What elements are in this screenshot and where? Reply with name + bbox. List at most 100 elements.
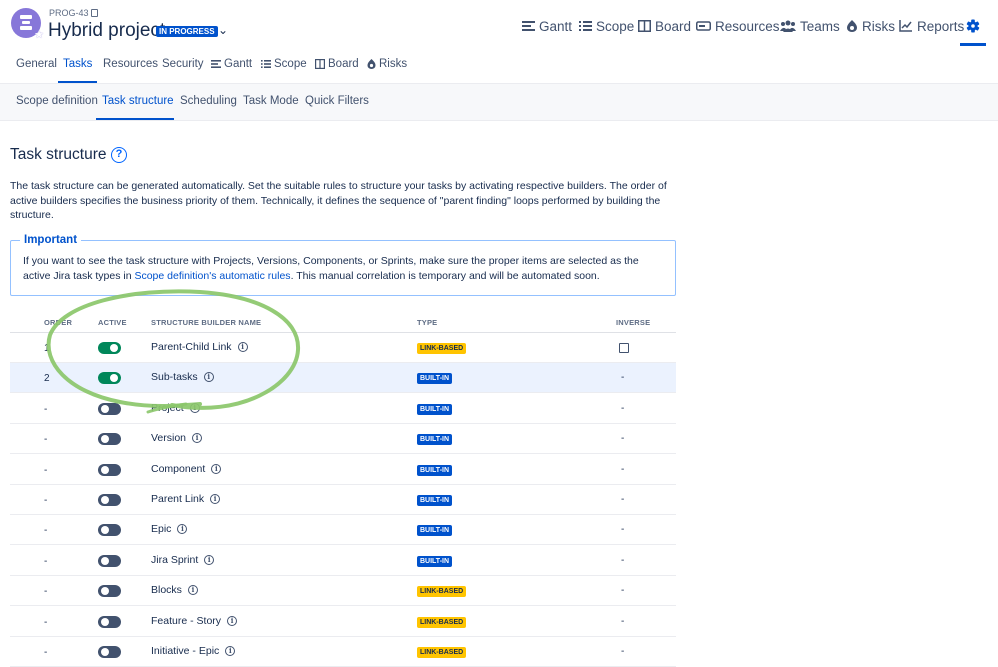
- table-row: 2 Sub-tasks i BUILT-IN -: [10, 363, 676, 394]
- active-toggle[interactable]: [98, 433, 121, 446]
- builder-name-text: Version: [151, 432, 187, 445]
- info-icon[interactable]: i: [192, 433, 203, 444]
- active-toggle[interactable]: [98, 494, 121, 506]
- tab-general-label: General: [16, 58, 57, 70]
- help-icon[interactable]: ?: [111, 147, 127, 163]
- risks-icon: [367, 59, 376, 69]
- active-toggle[interactable]: [98, 585, 121, 598]
- active-toggle[interactable]: [98, 372, 121, 385]
- type-badge: BUILT-IN: [417, 495, 453, 506]
- type-badge: BUILT-IN: [417, 464, 453, 476]
- row-order: 2: [44, 373, 50, 385]
- tab-resources[interactable]: Resources: [103, 58, 158, 70]
- inverse-value: -: [621, 494, 625, 505]
- info-icon[interactable]: i: [211, 463, 222, 474]
- info-icon[interactable]: i: [227, 615, 238, 626]
- builder-name: Epic i: [151, 523, 188, 536]
- info-icon[interactable]: i: [210, 494, 221, 504]
- important-text-after: . This manual correlation is temporary a…: [290, 269, 600, 282]
- project-name: Hybrid project: [48, 20, 166, 41]
- type-badge: BUILT-IN: [417, 555, 453, 567]
- nav-reports[interactable]: Reports: [899, 16, 964, 36]
- subtab-task-mode[interactable]: Task Mode: [243, 95, 299, 107]
- tab-tasks-indicator: [58, 81, 97, 83]
- subtab-task-structure[interactable]: Task structure: [102, 95, 174, 107]
- info-icon[interactable]: i: [177, 524, 188, 535]
- info-icon[interactable]: i: [203, 372, 214, 383]
- tab-tasks[interactable]: Tasks: [63, 58, 92, 70]
- project-avatar[interactable]: ★: [11, 8, 44, 41]
- active-toggle[interactable]: [98, 646, 121, 658]
- gantt-icon: [211, 60, 221, 68]
- table-row: - Epic i BUILT-IN -: [10, 515, 676, 546]
- nav-gantt[interactable]: Gantt: [522, 16, 572, 36]
- header-type: TYPE: [417, 318, 438, 327]
- header-order: ORDER: [44, 318, 73, 327]
- subtab-quick-filters[interactable]: Quick Filters: [305, 95, 369, 107]
- nav-teams-label: Teams: [800, 18, 840, 34]
- builder-name-text: Component: [151, 462, 206, 475]
- builder-name: Component i: [151, 462, 222, 475]
- chevron-down-icon[interactable]: ⌄: [218, 23, 228, 37]
- active-toggle[interactable]: [98, 402, 121, 415]
- builder-name-text: Epic: [151, 523, 172, 536]
- info-icon[interactable]: i: [237, 342, 248, 352]
- subtab-scope-definition[interactable]: Scope definition: [16, 95, 98, 107]
- nav-teams[interactable]: Teams: [780, 16, 840, 36]
- tab-scope[interactable]: Scope: [261, 58, 307, 70]
- inverse-value: -: [621, 554, 625, 566]
- active-toggle[interactable]: [98, 463, 121, 476]
- tab-board[interactable]: Board: [315, 58, 359, 70]
- copy-icon[interactable]: [90, 9, 98, 17]
- builder-name: Project i: [151, 402, 200, 414]
- tab-resources-label: Resources: [103, 58, 158, 70]
- page-description: The task structure can be generated auto…: [10, 180, 667, 222]
- info-icon[interactable]: i: [189, 402, 200, 413]
- info-icon[interactable]: i: [204, 554, 215, 565]
- tab-risks[interactable]: Risks: [367, 58, 407, 70]
- builder-name-text: Blocks: [151, 584, 182, 597]
- project-key-text: PROG-43: [49, 8, 89, 18]
- nav-reports-label: Reports: [917, 18, 965, 34]
- inverse-value: -: [621, 585, 625, 597]
- settings-button[interactable]: [960, 14, 986, 38]
- nav-scope-label: Scope: [596, 18, 635, 34]
- tab-security[interactable]: Security: [162, 58, 204, 70]
- nav-resources-label: Resources: [715, 18, 780, 34]
- active-toggle[interactable]: [98, 342, 121, 354]
- tab-risks-label: Risks: [379, 58, 408, 70]
- table-row: - Version i BUILT-IN -: [10, 424, 676, 455]
- builder-name-text: Feature - Story: [151, 614, 222, 627]
- table-row: - Project i BUILT-IN -: [10, 394, 676, 424]
- tab-general[interactable]: General: [16, 58, 57, 70]
- type-badge: LINK-BASED: [417, 616, 467, 628]
- nav-resources[interactable]: Resources: [696, 16, 780, 36]
- inverse-value: -: [621, 372, 625, 384]
- tab-board-label: Board: [328, 58, 359, 70]
- type-badge: BUILT-IN: [417, 403, 453, 415]
- info-icon[interactable]: i: [225, 646, 236, 656]
- subtab-scheduling[interactable]: Scheduling: [180, 95, 237, 107]
- tab-gantt[interactable]: Gantt: [211, 58, 252, 70]
- active-toggle[interactable]: [98, 524, 121, 537]
- header-inverse: INVERSE: [616, 318, 651, 327]
- row-order: -: [44, 464, 48, 476]
- info-icon[interactable]: i: [187, 585, 198, 596]
- scope-definition-link[interactable]: Scope definition's automatic rules: [134, 270, 290, 282]
- row-order: -: [44, 403, 48, 415]
- table-row: - Jira Sprint i BUILT-IN -: [10, 546, 676, 576]
- inverse-checkbox[interactable]: [619, 343, 629, 353]
- nav-risks[interactable]: Risks: [846, 16, 895, 36]
- builder-name: Parent-Child Link i: [151, 341, 248, 353]
- builder-name: Jira Sprint i: [151, 554, 215, 566]
- gantt-icon: [522, 21, 535, 31]
- active-toggle[interactable]: [98, 615, 121, 628]
- row-order: -: [44, 434, 48, 446]
- builder-name: Blocks i: [151, 584, 198, 596]
- nav-scope[interactable]: Scope: [579, 16, 634, 36]
- board-icon: [315, 59, 325, 69]
- nav-board[interactable]: Board: [638, 16, 691, 36]
- status-badge[interactable]: IN PROGRESS: [156, 26, 218, 37]
- active-toggle[interactable]: [98, 554, 121, 567]
- project-key: PROG-43: [49, 8, 98, 18]
